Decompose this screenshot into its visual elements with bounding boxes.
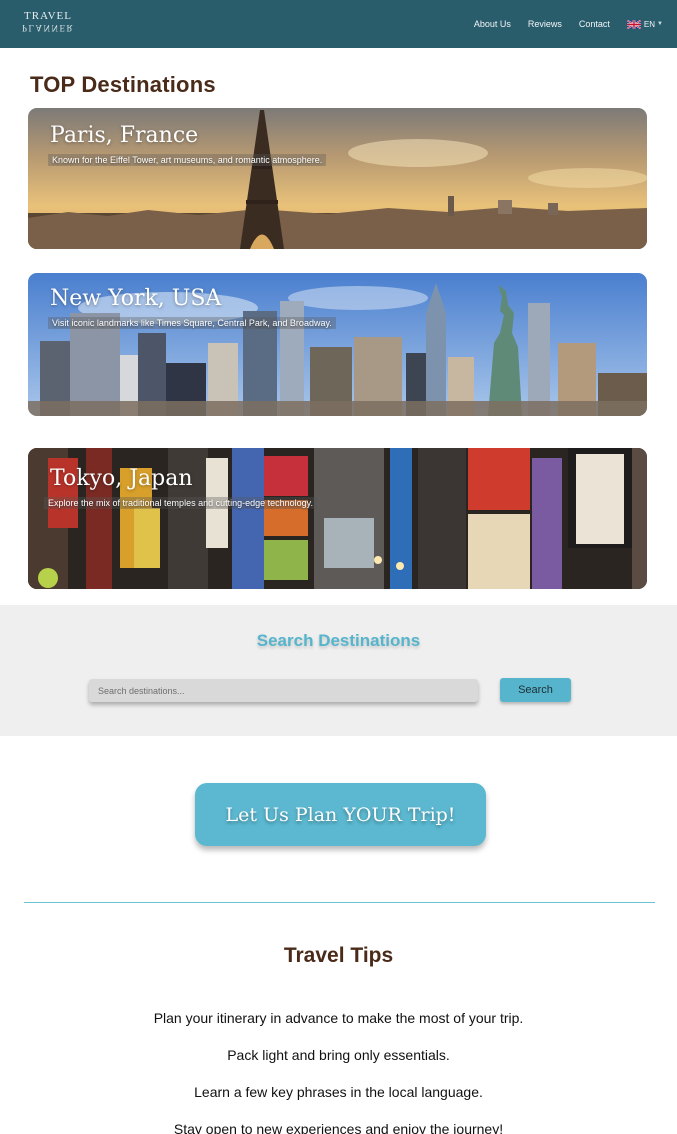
section-divider [24,902,655,903]
card-description: Known for the Eiffel Tower, art museums,… [48,154,327,166]
uk-flag-icon [626,19,641,29]
card-title: New York, USA [50,286,222,311]
site-header: TRAVEL PLANNER About Us Reviews Contact … [0,0,677,48]
card-description: Explore the mix of traditional temples a… [44,497,317,509]
plan-trip-button[interactable]: Let Us Plan YOUR Trip! [195,783,486,846]
top-destinations-title: TOP Destinations [30,72,216,97]
chevron-down-icon: ▼ [657,21,663,27]
card-title: Paris, France [50,123,199,148]
card-title: Tokyo, Japan [50,466,193,491]
search-section-title: Search Destinations [256,631,421,650]
nav-about-us[interactable]: About Us [474,19,511,29]
search-button[interactable]: Search [500,678,571,702]
list-item: Learn a few key phrases in the local lan… [194,1084,483,1100]
search-input[interactable] [89,679,478,702]
logo-text-bottom: PLANNER [21,23,74,33]
travel-tips-title: Travel Tips [283,944,394,967]
destination-card-new-york[interactable]: New York, USA Visit iconic landmarks lik… [28,273,647,416]
destination-card-tokyo[interactable]: Tokyo, Japan Explore the mix of traditio… [28,448,647,589]
nav-contact[interactable]: Contact [579,19,610,29]
search-section: Search Destinations Search [0,605,677,736]
logo-text-top: TRAVEL [24,10,72,22]
main-nav: About Us Reviews Contact EN ▼ [474,0,677,48]
travel-tips-list: Plan your itinerary in advance to make t… [0,1008,677,1134]
logo[interactable]: TRAVEL PLANNER [16,10,80,38]
card-description: Visit iconic landmarks like Times Square… [48,317,336,329]
destination-card-paris[interactable]: Paris, France Known for the Eiffel Tower… [28,108,647,249]
list-item: Stay open to new experiences and enjoy t… [173,1121,504,1134]
list-item: Plan your itinerary in advance to make t… [153,1010,524,1026]
nav-reviews[interactable]: Reviews [528,19,562,29]
language-label: EN [643,19,656,29]
language-selector[interactable]: EN ▼ [626,19,663,29]
list-item: Pack light and bring only essentials. [227,1047,450,1063]
